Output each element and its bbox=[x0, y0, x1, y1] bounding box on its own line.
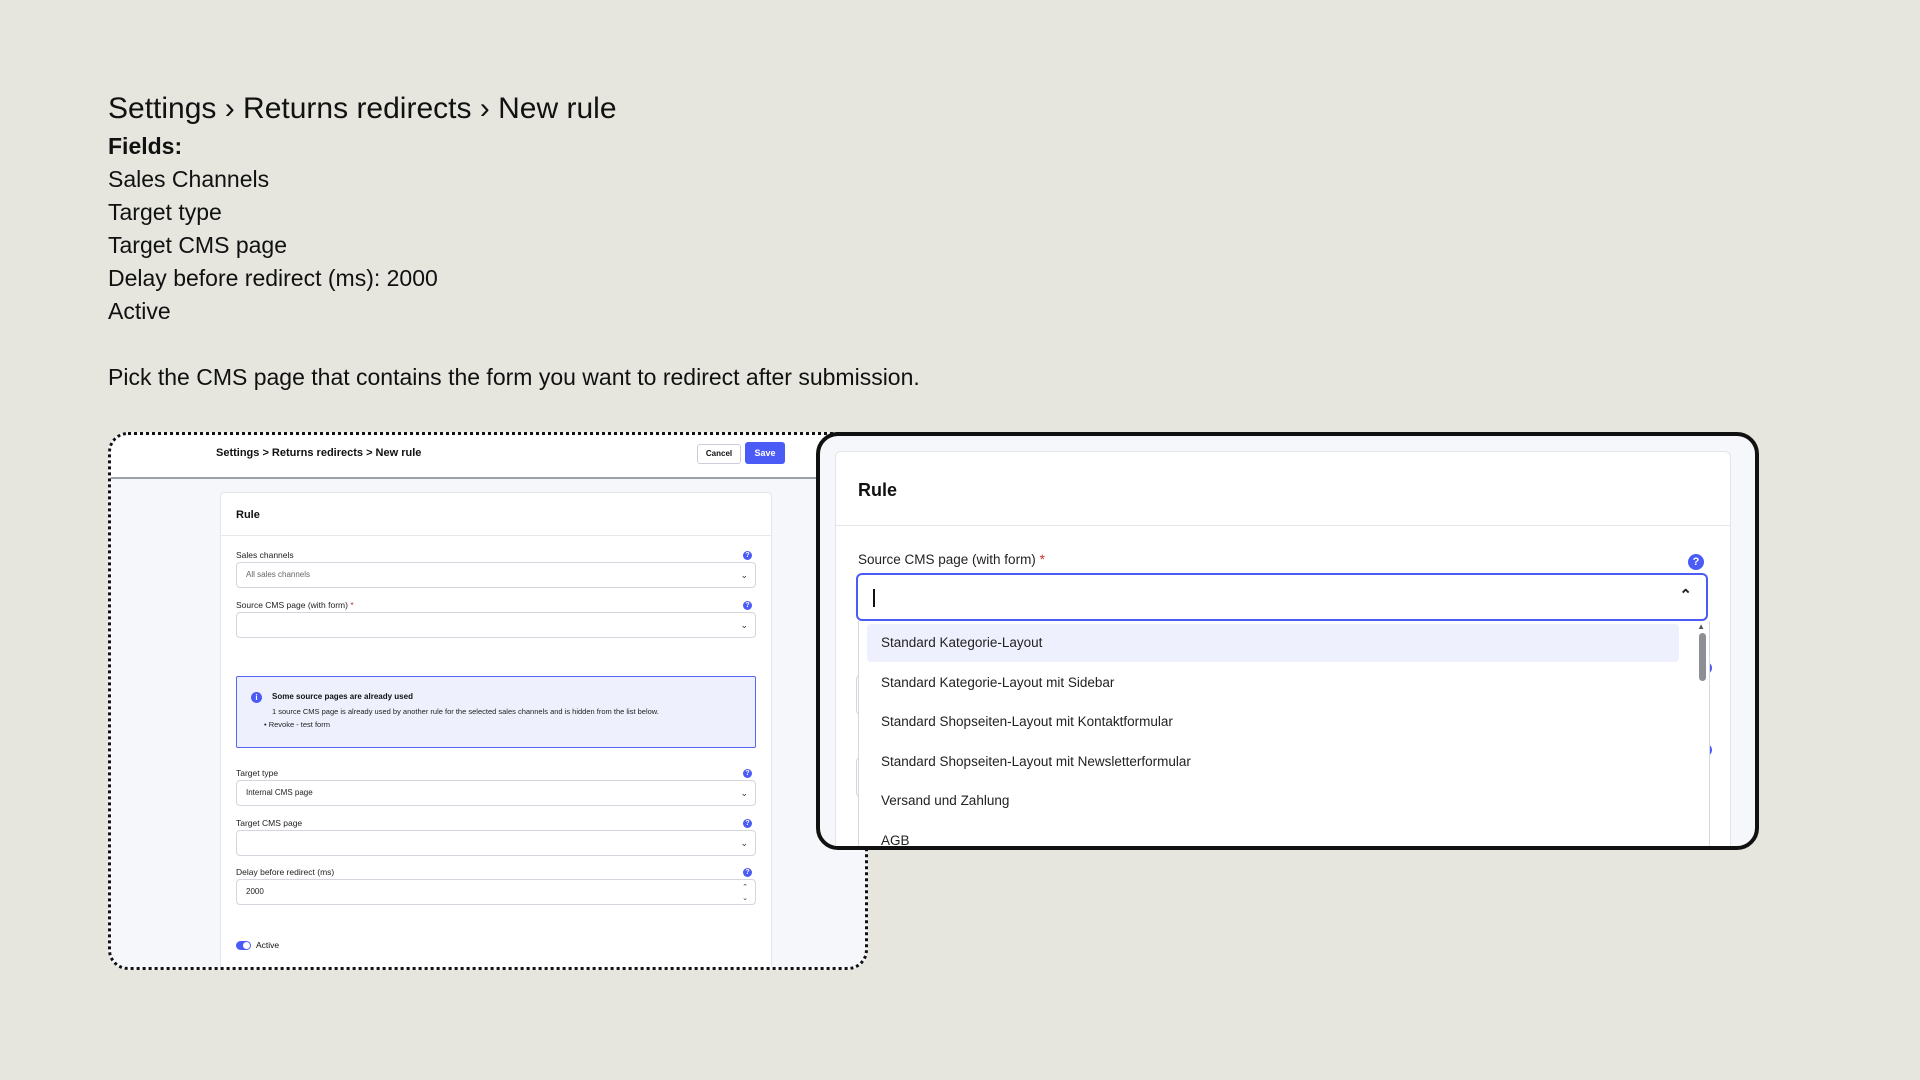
instruction-text: Pick the CMS page that contains the form… bbox=[108, 364, 920, 390]
dropdown-option[interactable]: Standard Kategorie-Layout mit Sidebar bbox=[867, 664, 1679, 702]
help-icon[interactable]: ? bbox=[743, 769, 752, 778]
chevron-up-icon[interactable]: ⌃ bbox=[1679, 586, 1692, 604]
intro: Settings › Returns redirects › New rule … bbox=[108, 90, 920, 394]
cancel-button[interactable]: Cancel bbox=[697, 444, 741, 464]
target-type-value: Internal CMS page bbox=[246, 788, 313, 797]
field-item: Sales Channels bbox=[108, 166, 270, 192]
help-icon[interactable]: ? bbox=[1688, 554, 1704, 570]
source-cms-label: Source CMS page (with form) * bbox=[858, 552, 1045, 567]
divider bbox=[836, 525, 1730, 526]
dropdown-option[interactable]: Standard Shopseiten-Layout mit Kontaktfo… bbox=[867, 703, 1679, 741]
scroll-down-icon[interactable]: ▼ bbox=[1697, 848, 1705, 850]
card-title: Rule bbox=[236, 509, 260, 521]
source-cms-label-text: Source CMS page (with form) bbox=[858, 552, 1036, 567]
scroll-up-icon[interactable]: ▲ bbox=[1697, 622, 1705, 631]
delay-label: Delay before redirect (ms) bbox=[236, 867, 335, 877]
notice-list-item: • Revoke - test form bbox=[264, 720, 330, 729]
breadcrumb: Settings > Returns redirects > New rule bbox=[216, 447, 422, 459]
notice-title: Some source pages are already used bbox=[272, 692, 413, 701]
info-icon: i bbox=[251, 692, 262, 703]
card-title: Rule bbox=[858, 480, 898, 500]
field-item: Target CMS page bbox=[108, 232, 287, 258]
page-title: Settings › Returns redirects › New rule bbox=[108, 92, 617, 125]
notice-text: 1 source CMS page is already used by ano… bbox=[272, 707, 659, 716]
chevron-down-icon: ⌄ bbox=[740, 570, 748, 580]
source-cms-select[interactable]: ⌄ bbox=[236, 612, 756, 638]
text-caret bbox=[873, 589, 875, 607]
save-button[interactable]: Save bbox=[745, 442, 785, 464]
chevron-down-icon: ⌄ bbox=[740, 838, 748, 848]
divider bbox=[221, 535, 771, 536]
target-type-select[interactable]: Internal CMS page ⌄ bbox=[236, 780, 756, 806]
target-type-label: Target type bbox=[236, 768, 279, 778]
required-mark: * bbox=[350, 600, 354, 610]
field-item: Active bbox=[108, 298, 171, 324]
fields-heading: Fields: bbox=[108, 133, 183, 159]
help-icon[interactable]: ? bbox=[743, 819, 752, 828]
field-item: Delay before redirect (ms): 2000 bbox=[108, 265, 438, 291]
help-icon[interactable]: ? bbox=[743, 601, 752, 610]
zoomed-dropdown-panel: Rule Source CMS page (with form) * ? ⌃ S… bbox=[816, 432, 1759, 850]
chevron-down-icon: ⌄ bbox=[740, 788, 748, 798]
dropdown-option[interactable]: Versand und Zahlung bbox=[867, 782, 1679, 820]
number-stepper-icon[interactable]: ⌃ ⌄ bbox=[742, 882, 748, 904]
dropdown-option[interactable]: Standard Kategorie-Layout bbox=[867, 624, 1679, 662]
chevron-down-icon: ⌄ bbox=[740, 620, 748, 630]
sales-channels-value: All sales channels bbox=[246, 570, 311, 579]
form-overview-panel: Settings > Returns redirects > New rule … bbox=[108, 432, 868, 970]
rule-card: Rule Sales channels ? All sales channels… bbox=[220, 492, 772, 967]
sales-channels-label: Sales channels bbox=[236, 550, 294, 560]
dropdown-option[interactable]: Standard Shopseiten-Layout mit Newslette… bbox=[867, 743, 1679, 781]
source-cms-search-input[interactable]: ⌃ bbox=[856, 573, 1708, 621]
source-cms-dropdown-list: Standard Kategorie-Layout Standard Kateg… bbox=[858, 621, 1710, 850]
active-toggle[interactable] bbox=[236, 941, 251, 950]
dropdown-option[interactable]: AGB bbox=[867, 822, 1679, 846]
required-mark: * bbox=[1039, 552, 1045, 567]
source-cms-label: Source CMS page (with form) * bbox=[236, 600, 354, 610]
info-notice: i Some source pages are already used 1 s… bbox=[236, 676, 756, 748]
target-cms-label: Target CMS page bbox=[236, 818, 303, 828]
sales-channels-select[interactable]: All sales channels ⌄ bbox=[236, 562, 756, 588]
delay-value: 2000 bbox=[246, 887, 264, 896]
field-item: Target type bbox=[108, 199, 222, 225]
rule-card-zoomed: Rule Source CMS page (with form) * ? ⌃ S… bbox=[835, 451, 1731, 850]
top-bar: Settings > Returns redirects > New rule … bbox=[111, 435, 865, 479]
scrollbar-thumb[interactable] bbox=[1699, 633, 1706, 681]
target-cms-select[interactable]: ⌄ bbox=[236, 830, 756, 856]
help-icon[interactable]: ? bbox=[743, 868, 752, 877]
active-label: Active bbox=[256, 940, 280, 950]
delay-input[interactable]: 2000 ⌃ ⌄ bbox=[236, 879, 756, 905]
help-icon[interactable]: ? bbox=[743, 551, 752, 560]
source-cms-label-text: Source CMS page (with form) bbox=[236, 600, 348, 610]
